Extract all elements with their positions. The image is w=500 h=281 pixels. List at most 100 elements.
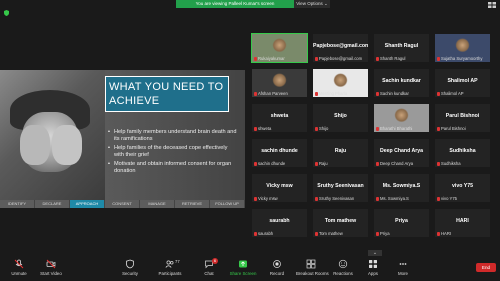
mic-muted-icon — [315, 197, 318, 201]
participants-button[interactable]: Participants 77 — [155, 259, 185, 276]
participant-label: shweta — [258, 126, 272, 131]
mic-muted-icon — [254, 232, 257, 236]
mic-muted-icon — [437, 197, 440, 201]
mic-muted-icon — [315, 127, 318, 131]
breakout-rooms-button[interactable]: Breakout Rooms — [296, 259, 329, 276]
mic-muted-icon — [315, 92, 318, 96]
participant-label: Bharathi Bharathi — [380, 126, 413, 131]
slide-title-box: WHAT YOU NEED TO ACHIEVE — [105, 76, 229, 112]
mic-muted-icon — [437, 127, 440, 131]
shared-screen-slide: WHAT YOU NEED TO ACHIEVE Help family mem… — [0, 70, 245, 208]
video-off-icon — [46, 259, 56, 269]
participant-name: shweta — [270, 113, 289, 119]
slide-nav-retrieve: RETRIEVE — [175, 200, 210, 208]
participant-tile[interactable]: Priya Priya — [373, 208, 430, 238]
participant-tile[interactable]: saurabh saurabh — [251, 208, 308, 238]
end-meeting-button[interactable]: End — [476, 263, 496, 272]
participant-name: HARI — [456, 218, 469, 224]
participant-name: Papjebose@gmail.com — [313, 43, 369, 49]
mic-muted-icon — [254, 197, 257, 201]
participant-label: Vicky msw — [258, 196, 278, 201]
participant-label: Menting Pharla — [319, 91, 348, 96]
record-label: Record — [269, 271, 285, 276]
chevron-down-icon[interactable]: ⌄ — [368, 250, 382, 256]
record-button[interactable]: Record — [262, 259, 292, 276]
participant-name: vivo Y75 — [452, 183, 473, 189]
participant-tile[interactable]: Deep Chand Arya Deep Chand Arya — [373, 138, 430, 168]
participant-label: HARI — [441, 231, 452, 236]
meeting-toolbar: Unmute Start Video Security Participants… — [0, 257, 500, 281]
slide-bullet: Motivate and obtain informed consent for… — [108, 161, 238, 175]
participant-label: vivo Y75 — [441, 196, 457, 201]
more-button[interactable]: More — [388, 259, 418, 276]
chat-button[interactable]: Chat 6 — [194, 258, 224, 276]
participant-label: Raju — [319, 161, 328, 166]
participant-tile[interactable]: Raju Raju — [312, 138, 369, 168]
start-video-button[interactable]: Start Video — [36, 259, 66, 276]
slide-nav-follow-up: FOLLOW UP — [210, 200, 245, 208]
participant-label: Shalimol AP — [441, 91, 464, 96]
slide-photo — [0, 70, 105, 208]
share-screen-button[interactable]: Share Screen — [228, 259, 258, 276]
start-video-label: Start Video — [40, 271, 62, 276]
mic-muted-icon — [376, 232, 379, 236]
participant-label: Papjebose@gmail.com — [319, 56, 363, 61]
participant-name: Sudhiksha — [449, 148, 476, 154]
participant-tile[interactable]: Tom mathew Tom mathew — [312, 208, 369, 238]
mic-muted-icon — [315, 162, 318, 166]
security-button[interactable]: Security — [115, 259, 145, 276]
participant-tile[interactable]: Sudhiksha Sudhiksha — [434, 138, 491, 168]
participant-tile[interactable]: Vicky msw Vicky msw — [251, 173, 308, 203]
participant-name: Tom mathew — [324, 218, 357, 224]
participant-name: saurabh — [269, 218, 290, 224]
participant-name: Priya — [395, 218, 408, 224]
slide-bullet-list: Help family members understand brain dea… — [108, 129, 238, 177]
participant-label: saurabh — [258, 231, 274, 236]
mic-muted-icon — [14, 259, 24, 269]
mic-muted-icon — [437, 162, 440, 166]
participant-count: 77 — [175, 259, 180, 264]
mic-muted-icon — [315, 57, 318, 61]
participant-tile[interactable]: Parul Bishnoi Parul Bishnoi — [434, 103, 491, 133]
participant-tile[interactable]: sachin dhunde sachin dhunde — [251, 138, 308, 168]
participant-tile[interactable]: shweta shweta — [251, 103, 308, 133]
shield-icon — [126, 259, 134, 269]
participant-name: Sachin kundkar — [382, 78, 421, 84]
reactions-button[interactable]: Reactions — [328, 259, 358, 276]
view-options-button[interactable]: View Options ⌄ — [294, 0, 330, 8]
participant-tile[interactable]: vivo Y75 vivo Y75 — [434, 173, 491, 203]
mic-muted-icon — [254, 127, 257, 131]
apps-button[interactable]: Apps — [358, 259, 388, 276]
chat-label: Chat — [204, 271, 214, 276]
participant-name: Vicky msw — [266, 183, 293, 189]
participant-tile[interactable]: Papjebose@gmail.com Papjebose@gmail.com — [312, 33, 369, 63]
breakout-rooms-icon — [306, 259, 316, 269]
participant-tile[interactable]: Shijo Shijo — [312, 103, 369, 133]
shield-icon[interactable] — [4, 3, 9, 16]
participant-tile[interactable]: Sujatha Suryamoorthy — [434, 33, 491, 63]
share-screen-label: Share Screen — [229, 271, 257, 276]
participant-tile[interactable]: HARI HARI — [434, 208, 491, 238]
participant-tile[interactable]: Shalimol AP Shalimol AP — [434, 68, 491, 98]
participant-label: Sachin kundkar — [380, 91, 409, 96]
layout-button[interactable] — [474, 2, 496, 10]
participant-label: Shijo — [319, 126, 329, 131]
breakout-rooms-label: Breakout Rooms — [296, 271, 329, 276]
participants-label: Participants — [158, 271, 182, 276]
smiley-icon — [338, 259, 348, 269]
mic-muted-icon — [376, 57, 379, 61]
unmute-button[interactable]: Unmute — [4, 259, 34, 276]
participant-tile[interactable]: Menting Pharla — [312, 68, 369, 98]
participant-tile[interactable]: Rukaiyakumar — [251, 33, 308, 63]
participant-tile[interactable]: Sachin kundkar Sachin kundkar — [373, 68, 430, 98]
unmute-label: Unmute — [11, 271, 27, 276]
participant-tile[interactable]: Shanth Ragul Shanth Ragul — [373, 33, 430, 63]
mic-muted-icon — [376, 197, 379, 201]
mic-muted-icon — [376, 162, 379, 166]
chat-badge: 6 — [212, 258, 218, 264]
participant-tile[interactable]: Afshan Parveen — [251, 68, 308, 98]
participant-label: Sudhiksha — [441, 161, 461, 166]
participant-tile[interactable]: Ms. Sowmiya.S Ms. Sowmiya.S — [373, 173, 430, 203]
participant-tile[interactable]: Sruthy Seenivasan Sruthy Seenivasan — [312, 173, 369, 203]
participant-tile[interactable]: Bharathi Bharathi — [373, 103, 430, 133]
